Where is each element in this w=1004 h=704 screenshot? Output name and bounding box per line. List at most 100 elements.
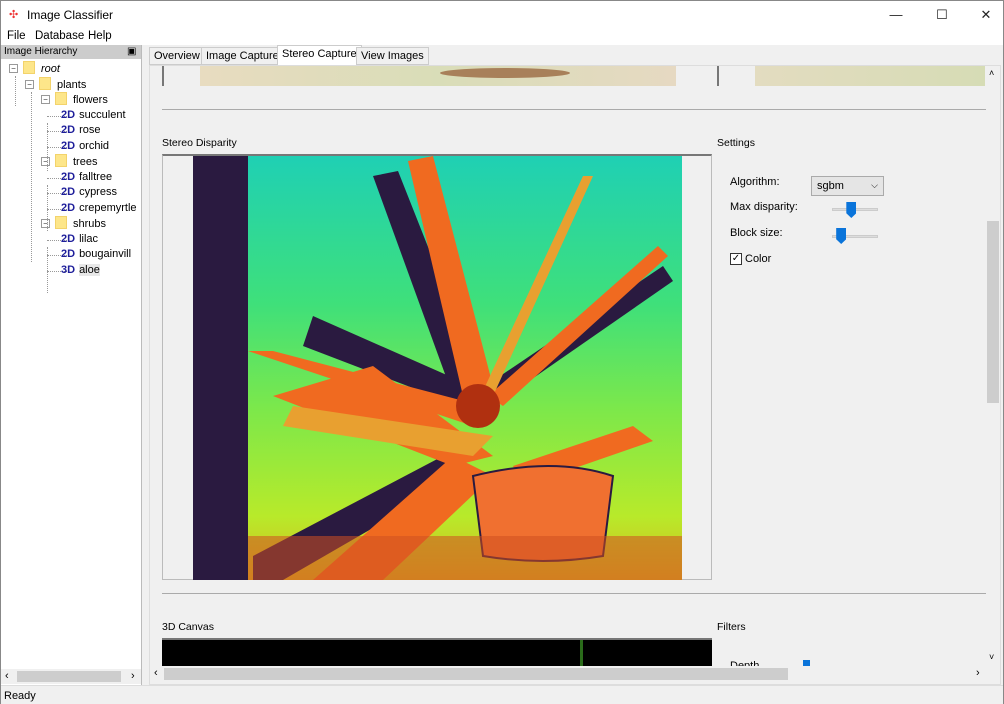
tree-item-label: rose [79,124,101,136]
image-hierarchy-panel: Image Hierarchy ▣ − root − plants − flowers 2D… [1,45,142,685]
tree-hscrollbar[interactable]: ‹ › [1,669,141,684]
max-disparity-slider-thumb[interactable] [846,202,857,218]
tree-item-flowers[interactable]: flowers [55,92,108,107]
tree-item-aloe[interactable]: 3D aloe [61,263,100,278]
tree-item-plants[interactable]: plants [39,76,87,92]
tree-item-label: shrubs [73,218,107,230]
frame-edge [162,66,164,86]
folder-icon [23,61,35,74]
status-bar: Ready [1,685,1003,704]
algorithm-label: Algorithm: [730,176,780,188]
max-disparity-label: Max disparity: [730,201,798,213]
menu-help[interactable]: Help [88,30,112,42]
3d-canvas[interactable] [162,638,712,668]
collapse-icon[interactable]: − [41,157,50,166]
scroll-up-icon[interactable]: ˄ [989,68,994,78]
tree-item-cypress[interactable]: 2D cypress [61,185,117,200]
panel-header: Image Hierarchy ▣ [1,45,141,59]
tree-item-label: bougainvill [79,248,132,260]
image-type-2d-icon: 2D [61,232,76,245]
folder-icon [55,92,67,105]
3d-canvas-label: 3D Canvas [162,621,214,633]
title-bar: ✣ Image Classifier — ☐ ✕ [1,1,1003,29]
image-type-2d-icon: 2D [61,139,76,152]
tree-item-label: flowers [73,94,108,106]
frame-edge [717,66,719,86]
maximize-button[interactable]: ☐ [927,5,957,25]
folder-icon [55,154,67,167]
tree-item-succulent[interactable]: 2D succulent [61,108,126,123]
scroll-thumb[interactable] [17,671,121,682]
algorithm-select[interactable]: sgbm ⌵ [811,176,884,196]
tree-item-crepemyrtle[interactable]: 2D crepemyrtle [61,201,137,216]
tree-item-label: cypress [79,186,117,198]
tree-item-label: crepemyrtle [79,201,137,214]
tab-overview[interactable]: Overview [149,47,205,65]
tree-item-label: root [41,63,60,75]
folder-icon [39,76,51,90]
tree-item-rose[interactable]: 2D rose [61,123,100,138]
app-icon: ✣ [9,9,19,21]
tree-item-orchid[interactable]: 2D orchid [61,139,109,154]
minimize-button[interactable]: — [881,5,911,25]
color-label: Color [745,253,772,265]
tree-item-falltree[interactable]: 2D falltree [61,170,112,185]
collapse-icon[interactable]: − [25,79,34,89]
image-type-2d-icon: 2D [61,124,76,136]
check-icon: ✓ [731,253,741,264]
image-type-2d-icon: 2D [61,108,76,121]
status-text: Ready [4,690,36,702]
tree-item-label: aloe [79,263,100,276]
scroll-right-icon[interactable]: › [976,667,980,679]
tree-item-label: succulent [79,108,126,121]
block-size-label: Block size: [730,227,783,239]
tree-item-bougainvill[interactable]: 2D bougainvill [61,247,131,262]
image-type-3d-icon: 3D [61,263,76,276]
image-type-2d-icon: 2D [61,186,76,198]
tree-item-shrubs[interactable]: shrubs [55,216,106,231]
divider [162,593,986,594]
stereo-disparity-label: Stereo Disparity [162,137,237,149]
scroll-right-icon[interactable]: › [131,670,135,682]
tree-item-root[interactable]: root [23,61,60,76]
collapse-icon[interactable]: − [41,219,50,228]
tab-image-capture[interactable]: Image Capture [201,47,284,65]
tree-item-label: falltree [79,170,113,183]
tab-stereo-capture[interactable]: Stereo Capture [277,45,362,66]
tree-item-label: plants [57,78,87,91]
vscroll-thumb[interactable] [987,221,999,403]
stereo-capture-content: Stereo Disparity Settings Algorithm: sgb… [149,65,1001,685]
tree-item-label: lilac [79,232,99,245]
scroll-left-icon[interactable]: ‹ [154,667,158,679]
folder-icon [55,216,67,229]
panel-title: Image Hierarchy [4,46,78,57]
tree-item-trees[interactable]: trees [55,154,97,169]
tree-item-lilac[interactable]: 2D lilac [61,232,98,247]
menu-bar: File Database Help [1,29,1003,45]
scroll-left-icon[interactable]: ‹ [5,670,9,682]
settings-label: Settings [717,137,755,149]
content-hscrollbar[interactable]: ‹ › [150,666,1000,682]
float-panel-icon[interactable]: ▣ [127,45,136,59]
filters-label: Filters [717,621,746,633]
block-size-slider-thumb[interactable] [836,228,847,244]
hscroll-thumb[interactable] [164,668,788,680]
disparity-frame [162,154,712,580]
content-vscrollbar[interactable]: ˄ ˅ [986,66,1000,666]
collapse-icon[interactable]: − [41,95,50,104]
image-type-2d-icon: 2D [61,201,76,214]
collapse-icon[interactable]: − [9,64,18,73]
menu-database[interactable]: Database [35,30,84,42]
menu-file[interactable]: File [7,30,26,42]
tree-item-label: orchid [79,139,110,152]
image-type-2d-icon: 2D [61,170,76,183]
scroll-down-icon[interactable]: ˅ [989,652,994,662]
image-type-2d-icon: 2D [61,248,76,260]
close-button[interactable]: ✕ [971,5,1001,25]
right-camera-image [755,66,985,86]
algorithm-value: sgbm [817,180,844,192]
tab-view-images[interactable]: View Images [356,47,429,65]
chevron-down-icon: ⌵ [871,180,878,190]
window-title: Image Classifier [27,8,114,22]
color-checkbox[interactable]: ✓ [730,253,742,265]
